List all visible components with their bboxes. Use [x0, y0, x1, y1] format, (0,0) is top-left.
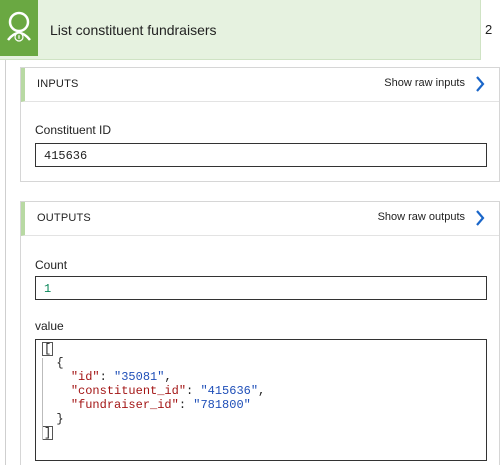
outputs-section: OUTPUTS Show raw outputs Count 1 value […	[20, 201, 500, 465]
json-line: "fundraiser_id": "781800"	[70, 398, 251, 412]
json-close-bracket: ]	[42, 426, 54, 440]
inputs-section-header: INPUTS Show raw inputs	[21, 68, 499, 102]
count-field: 1	[35, 276, 487, 300]
value-label: value	[35, 319, 64, 333]
json-line: {	[42, 356, 480, 370]
header-right-panel: 2	[480, 0, 500, 60]
json-value-constituent-id: "415636"	[200, 384, 259, 398]
json-key-id: "id"	[70, 370, 100, 384]
count-label: Count	[35, 258, 68, 272]
chevron-right-icon[interactable]	[475, 209, 485, 227]
json-line: "id": "35081",	[70, 370, 172, 384]
inputs-title: INPUTS	[37, 78, 79, 90]
json-open-bracket: [	[42, 342, 54, 356]
left-rail-divider	[5, 60, 6, 465]
action-icon-tile	[0, 0, 38, 56]
json-close-brace: }	[42, 412, 64, 426]
json-line: }	[42, 412, 480, 426]
outputs-section-header: OUTPUTS Show raw outputs	[21, 202, 499, 236]
show-raw-outputs-link[interactable]: Show raw outputs	[378, 211, 465, 223]
json-key-constituent-id: "constituent_id"	[70, 384, 187, 398]
json-line: [	[42, 342, 480, 356]
chevron-right-icon[interactable]	[475, 75, 485, 93]
json-line: ]	[42, 426, 480, 440]
json-open-brace: {	[42, 356, 64, 370]
indent-guide	[42, 358, 43, 440]
constituent-id-label: Constituent ID	[35, 123, 112, 137]
person-info-icon	[7, 11, 31, 42]
json-key-fundraiser-id: "fundraiser_id"	[70, 398, 179, 412]
action-title: List constituent fundraisers	[50, 22, 217, 38]
inputs-section: INPUTS Show raw inputs Constituent ID 41…	[20, 67, 500, 182]
action-header[interactable]: List constituent fundraisers 2	[0, 0, 500, 60]
value-json-box: [ { "id": "35081", "constituent_id": "41…	[35, 339, 487, 461]
json-value-fundraiser-id: "781800"	[193, 398, 251, 412]
header-right-number: 2	[485, 22, 493, 37]
constituent-id-field: 415636	[35, 143, 487, 167]
json-value-id: "35081"	[114, 370, 165, 384]
json-line: "constituent_id": "415636",	[70, 384, 266, 398]
outputs-title: OUTPUTS	[37, 212, 91, 224]
show-raw-inputs-link[interactable]: Show raw inputs	[384, 77, 465, 89]
